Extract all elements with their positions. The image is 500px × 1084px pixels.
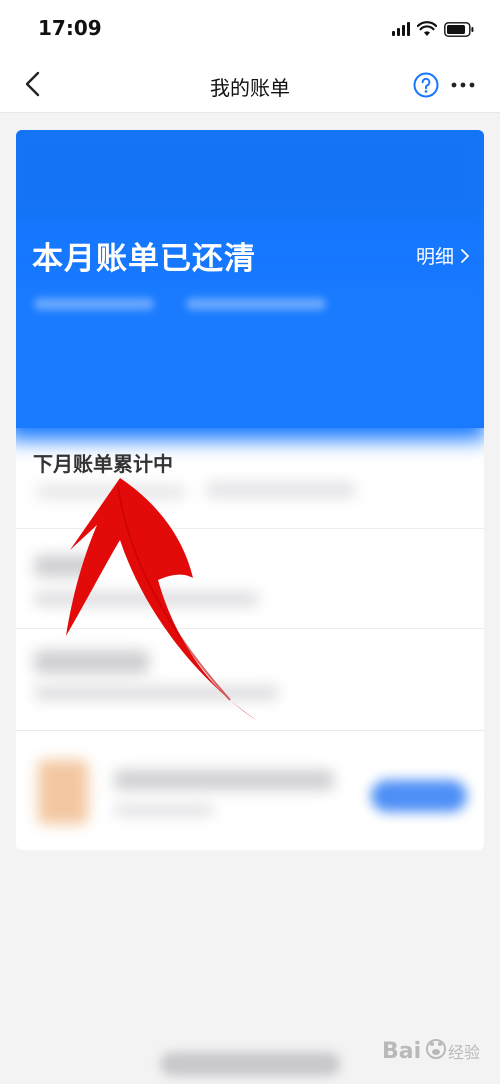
home-indicator bbox=[160, 1052, 340, 1076]
chevron-right-icon bbox=[461, 248, 469, 263]
detail-link-label: 明细 bbox=[415, 246, 454, 268]
blurred-content bbox=[34, 686, 279, 700]
blurred-content bbox=[114, 804, 214, 816]
bill-card: 本月账单已还清 明细 下月账单累计中 bbox=[16, 130, 484, 850]
hero-blur-area bbox=[16, 130, 484, 220]
bill-status-text: 本月账单已还清 bbox=[32, 241, 256, 277]
blurred-content bbox=[34, 555, 94, 577]
hero-blur-text bbox=[186, 298, 326, 310]
blurred-content bbox=[36, 485, 186, 499]
wifi-icon bbox=[417, 21, 437, 36]
status-icons bbox=[392, 18, 474, 40]
promo-button[interactable] bbox=[371, 780, 467, 812]
bill-hero: 本月账单已还清 明细 bbox=[16, 130, 484, 440]
blurred-content bbox=[34, 592, 259, 606]
next-bill-title: 下月账单累计中 bbox=[33, 452, 173, 476]
svg-text:经验: 经验 bbox=[448, 1043, 480, 1062]
back-icon[interactable] bbox=[20, 70, 48, 98]
svg-text:Bai: Bai bbox=[382, 1039, 421, 1064]
watermark-logo: Bai 经验 bbox=[382, 1039, 480, 1064]
nav-bar: 我的账单 bbox=[0, 58, 500, 113]
hero-blur-text bbox=[34, 298, 154, 310]
blurred-content bbox=[206, 482, 356, 498]
status-bar: 17:09 bbox=[0, 0, 500, 58]
cellular-signal-icon bbox=[392, 22, 410, 36]
blurred-content bbox=[34, 650, 149, 674]
battery-icon bbox=[444, 21, 474, 37]
divider bbox=[16, 628, 484, 629]
status-time: 17:09 bbox=[38, 16, 102, 40]
detail-link[interactable]: 明细 bbox=[416, 242, 470, 269]
divider bbox=[16, 730, 484, 731]
more-icon[interactable] bbox=[450, 80, 476, 90]
page-title: 我的账单 bbox=[210, 76, 290, 100]
help-icon[interactable] bbox=[413, 72, 439, 98]
divider bbox=[16, 528, 484, 529]
promo-thumbnail bbox=[38, 760, 88, 824]
blurred-content bbox=[114, 770, 334, 790]
